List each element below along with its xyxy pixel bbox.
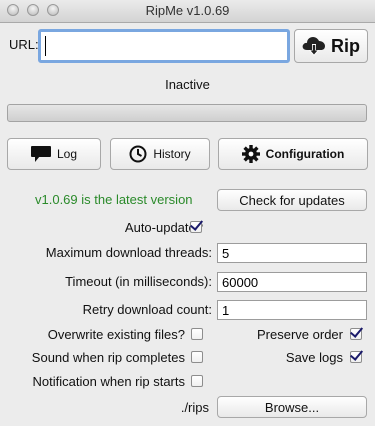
title-bar: RipMe v1.0.69	[0, 0, 375, 23]
browse-button[interactable]: Browse...	[217, 396, 367, 418]
tab-history-label: History	[153, 147, 191, 161]
sound-checkbox[interactable]	[191, 351, 203, 363]
save-logs-label: Save logs	[285, 350, 343, 365]
tab-log[interactable]: Log	[7, 138, 101, 170]
overwrite-label: Overwrite existing files?	[47, 327, 185, 342]
status-text: Inactive	[165, 77, 210, 92]
overwrite-checkbox[interactable]	[191, 328, 203, 340]
speech-bubble-icon	[30, 146, 51, 162]
check-for-updates-button[interactable]: Check for updates	[217, 189, 367, 211]
max-threads-field[interactable]	[217, 243, 367, 263]
text-caret	[45, 36, 46, 56]
sound-label: Sound when rip completes	[31, 350, 185, 365]
progress-bar	[7, 104, 367, 122]
tab-log-label: Log	[56, 147, 78, 161]
tab-configuration[interactable]: Configuration	[218, 138, 368, 170]
retry-count-field[interactable]	[217, 300, 367, 320]
notification-checkbox[interactable]	[191, 375, 203, 387]
gear-icon	[241, 145, 260, 163]
ripme-window: RipMe v1.0.69 URL: Rip Inactive Log Hist…	[0, 0, 375, 426]
preserve-order-checkbox[interactable]	[350, 328, 362, 340]
retry-count-label: Retry download count:	[82, 302, 212, 317]
max-threads-label: Maximum download threads:	[45, 245, 212, 260]
timeout-field[interactable]	[217, 272, 367, 292]
tab-configuration-label: Configuration	[265, 147, 345, 161]
tab-history[interactable]: History	[110, 138, 210, 170]
url-input[interactable]	[38, 29, 290, 63]
save-logs-checkbox[interactable]	[350, 351, 362, 363]
save-directory-label: ./rips	[180, 400, 209, 415]
rip-button[interactable]: Rip	[294, 29, 368, 63]
auto-update-checkbox[interactable]	[190, 221, 202, 233]
rip-button-label: Rip	[331, 35, 360, 56]
window-title: RipMe v1.0.69	[145, 3, 230, 18]
clock-icon	[129, 145, 147, 163]
timeout-label: Timeout (in milliseconds):	[65, 274, 212, 289]
cloud-download-icon	[302, 35, 326, 57]
version-status: v1.0.69 is the latest version	[35, 192, 193, 207]
notification-label: Notification when rip starts	[32, 374, 185, 389]
preserve-order-label: Preserve order	[257, 327, 343, 342]
url-label: URL:	[9, 37, 39, 52]
